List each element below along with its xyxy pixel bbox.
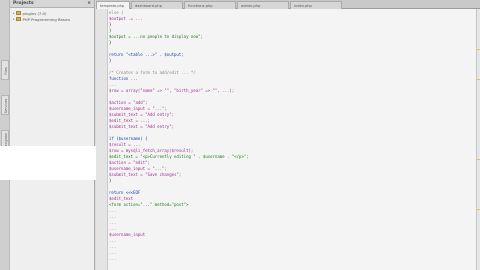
code-text: ...	[109, 220, 117, 225]
code-text: }	[109, 28, 112, 33]
project-label: PHP Programming Basics	[22, 16, 70, 22]
scroll-marker	[476, 49, 480, 50]
code-text: $edit_text = "<p>Currently editing " . $…	[109, 154, 249, 159]
code-text: ...	[109, 244, 117, 249]
code-text: if ($username) {	[109, 136, 148, 141]
vertical-tab-label: Services	[4, 98, 8, 114]
code-line[interactable]: ...	[109, 256, 476, 262]
code-text: ...	[109, 256, 117, 261]
projects-panel: Projects × ▸ plugins (7.0) ▸ PHP Program…	[10, 0, 95, 270]
editor-tab[interactable]: admin.php	[237, 1, 289, 9]
code-text: $edit_text	[109, 196, 134, 201]
ide-window: Files Services Navigator Projects × ▸ pl…	[0, 0, 480, 270]
folder-icon	[15, 17, 21, 21]
editor-tab[interactable]: index.php	[290, 1, 342, 9]
code-text: $username_input = "...";	[109, 106, 167, 111]
code-text: ...	[109, 208, 117, 213]
projects-title: Projects	[13, 1, 34, 6]
code-text: return "<table ...>" . $output;	[109, 52, 184, 57]
code-text: else {	[109, 10, 124, 15]
code-text: }	[109, 178, 112, 183]
vertical-tab-files[interactable]: Files	[1, 60, 9, 80]
code-text: $output .= ...	[109, 16, 143, 21]
code-text: $row = mysqli_fetch_array($result);	[109, 148, 194, 153]
editor-tab[interactable]: template.php	[96, 1, 130, 9]
code-text: $submit_text = "Add entry";	[109, 112, 175, 117]
code-text: $submit_text = "Add entry";	[109, 124, 175, 129]
project-item[interactable]: ▸ PHP Programming Basics	[10, 16, 94, 22]
code-editor[interactable]: else { $output .= ... } } $output = ...n…	[96, 9, 476, 270]
code-text: ...	[109, 226, 117, 231]
scroll-marker	[476, 159, 480, 160]
vertical-tab-label: Files	[4, 67, 8, 75]
editor-tab[interactable]: dashboard.php	[131, 1, 183, 9]
editor-tab-bar: template.php dashboard.php functions.php ad…	[96, 0, 480, 9]
code-text: ...	[109, 214, 117, 219]
code-text: /* Creates a form to add/edit ... */	[109, 70, 196, 75]
folder-icon	[15, 11, 21, 15]
project-label: plugins (7.0)	[22, 10, 47, 16]
code-text: ...	[109, 82, 117, 87]
editor-scrollbar[interactable]	[476, 9, 480, 270]
expand-icon[interactable]: ▸	[13, 17, 15, 21]
code-text: $edit_text = ...;	[109, 118, 150, 123]
editor-tab[interactable]: functions.php	[184, 1, 236, 9]
scroll-marker	[476, 79, 480, 80]
projects-header: Projects ×	[10, 0, 94, 8]
code-text: }	[109, 22, 112, 27]
line-number-gutter	[96, 9, 108, 270]
code-text: $output = ...no people to display now";	[109, 34, 203, 39]
code-text: $username_input = "...";	[109, 166, 167, 171]
expand-icon[interactable]: ▸	[13, 11, 15, 15]
code-text: $action = "edit";	[109, 160, 150, 165]
code-text: $username_input	[109, 232, 146, 237]
code-text: $submit_text = "Save changes";	[109, 172, 182, 177]
left-tool-strip: Files Services Navigator	[0, 0, 10, 270]
vertical-tab-services[interactable]: Services	[1, 95, 9, 115]
code-text: $result = ...	[109, 142, 141, 147]
code-area[interactable]: else { $output .= ... } } $output = ...n…	[109, 9, 476, 270]
scroll-marker	[476, 209, 480, 210]
code-text: return <<<EOF	[109, 190, 141, 195]
code-text: function ...	[109, 76, 138, 81]
close-icon[interactable]: ×	[87, 1, 91, 6]
code-text: <form action="..." method="post">	[109, 202, 189, 207]
code-text: }	[109, 58, 112, 63]
code-text: }	[109, 40, 112, 45]
code-text: ...	[109, 250, 117, 255]
code-text: $action = "add";	[109, 100, 148, 105]
code-text: ...	[109, 238, 117, 243]
code-text: $row = array("name" => "", "birth_year" …	[109, 88, 235, 93]
